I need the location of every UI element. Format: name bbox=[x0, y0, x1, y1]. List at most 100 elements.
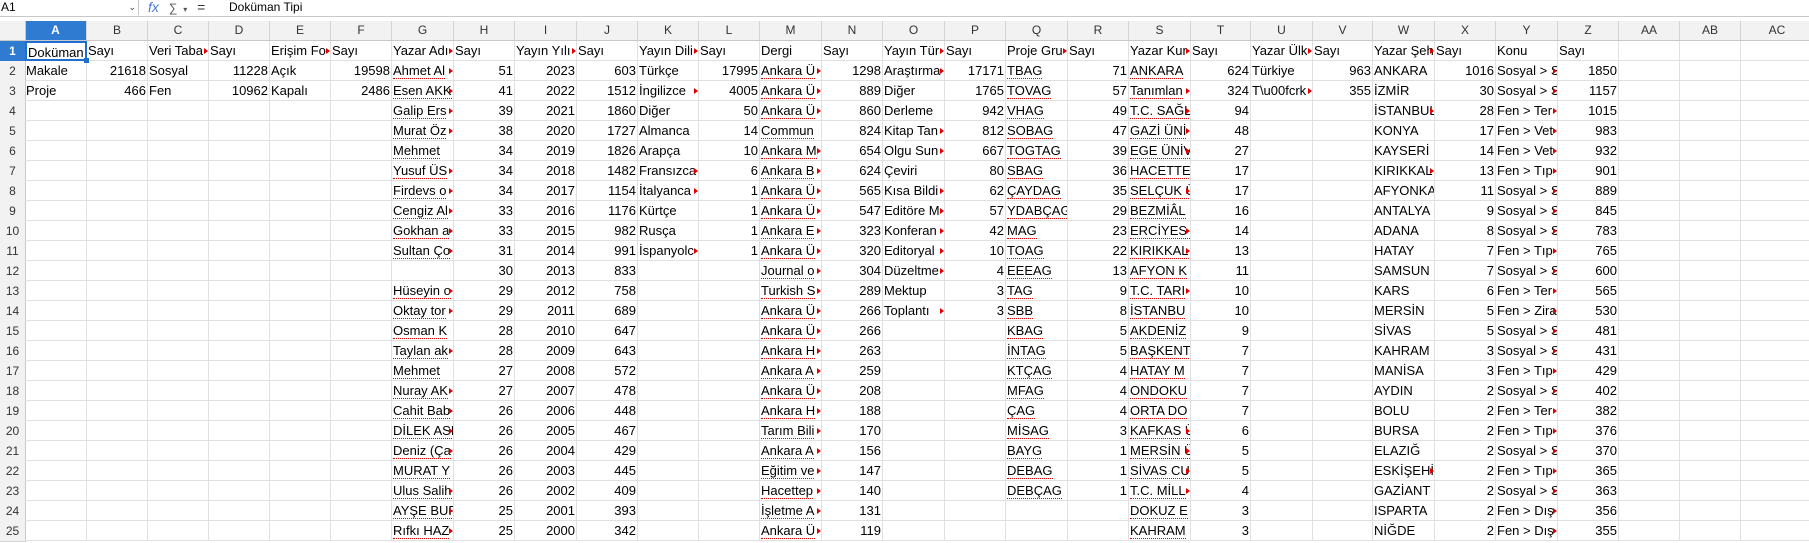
cell-f7[interactable] bbox=[331, 161, 392, 181]
cell-h20[interactable]: 26 bbox=[454, 421, 515, 441]
cell-r22[interactable]: 1 bbox=[1068, 461, 1129, 481]
cell-c8[interactable] bbox=[148, 181, 209, 201]
cell-z8[interactable]: 889 bbox=[1558, 181, 1619, 201]
cell-s24[interactable]: DOKUZ E bbox=[1129, 501, 1191, 521]
cell-f8[interactable] bbox=[331, 181, 392, 201]
cell-l7[interactable]: 6 bbox=[699, 161, 760, 181]
cell-u20[interactable] bbox=[1251, 421, 1313, 441]
cell-f1[interactable]: Sayı bbox=[331, 41, 392, 61]
cell-s13[interactable]: T.C. TARI bbox=[1129, 281, 1191, 301]
cell-d19[interactable] bbox=[209, 401, 270, 421]
cell-q14[interactable]: SBB bbox=[1006, 301, 1068, 321]
cell-t19[interactable]: 7 bbox=[1191, 401, 1251, 421]
cell-ac7[interactable] bbox=[1741, 161, 1809, 181]
column-header-n[interactable]: N bbox=[822, 21, 883, 40]
cell-aa6[interactable] bbox=[1619, 141, 1680, 161]
cell-c23[interactable] bbox=[148, 481, 209, 501]
cell-o15[interactable] bbox=[883, 321, 945, 341]
cell-u23[interactable] bbox=[1251, 481, 1313, 501]
cell-b14[interactable] bbox=[87, 301, 148, 321]
cell-p12[interactable]: 4 bbox=[945, 261, 1006, 281]
cell-ac11[interactable] bbox=[1741, 241, 1809, 261]
cell-u1[interactable]: Yazar Ülk bbox=[1251, 41, 1313, 61]
cell-y22[interactable]: Fen > Tıp bbox=[1496, 461, 1558, 481]
cell-k3[interactable]: İngilizce bbox=[638, 81, 699, 101]
column-header-b[interactable]: B bbox=[87, 21, 148, 40]
cell-z2[interactable]: 1850 bbox=[1558, 61, 1619, 81]
cell-i16[interactable]: 2009 bbox=[515, 341, 577, 361]
cell-b25[interactable] bbox=[87, 521, 148, 541]
cell-k22[interactable] bbox=[638, 461, 699, 481]
cell-s23[interactable]: T.C. MİLL bbox=[1129, 481, 1191, 501]
cell-h4[interactable]: 39 bbox=[454, 101, 515, 121]
cell-i7[interactable]: 2018 bbox=[515, 161, 577, 181]
cell-b13[interactable] bbox=[87, 281, 148, 301]
cell-ac10[interactable] bbox=[1741, 221, 1809, 241]
cell-z9[interactable]: 845 bbox=[1558, 201, 1619, 221]
cell-k12[interactable] bbox=[638, 261, 699, 281]
cell-ac14[interactable] bbox=[1741, 301, 1809, 321]
cell-c3[interactable]: Fen bbox=[148, 81, 209, 101]
cell-r10[interactable]: 23 bbox=[1068, 221, 1129, 241]
cell-f9[interactable] bbox=[331, 201, 392, 221]
cell-ab4[interactable] bbox=[1680, 101, 1741, 121]
cell-ab14[interactable] bbox=[1680, 301, 1741, 321]
cell-z18[interactable]: 402 bbox=[1558, 381, 1619, 401]
cell-ac5[interactable] bbox=[1741, 121, 1809, 141]
cell-u4[interactable] bbox=[1251, 101, 1313, 121]
cell-aa10[interactable] bbox=[1619, 221, 1680, 241]
row-header-21[interactable]: 21 bbox=[0, 441, 26, 462]
fx-icon[interactable]: fx bbox=[148, 0, 159, 15]
cell-w10[interactable]: ADANA bbox=[1373, 221, 1435, 241]
cell-q8[interactable]: ÇAYDAG bbox=[1006, 181, 1068, 201]
cell-b11[interactable] bbox=[87, 241, 148, 261]
cell-c6[interactable] bbox=[148, 141, 209, 161]
cell-j24[interactable]: 393 bbox=[577, 501, 638, 521]
row-header-17[interactable]: 17 bbox=[0, 361, 26, 382]
cell-h21[interactable]: 26 bbox=[454, 441, 515, 461]
cell-d22[interactable] bbox=[209, 461, 270, 481]
cell-s20[interactable]: KAFKAS Ü bbox=[1129, 421, 1191, 441]
cell-h7[interactable]: 34 bbox=[454, 161, 515, 181]
row-header-12[interactable]: 12 bbox=[0, 261, 26, 282]
cell-r15[interactable]: 5 bbox=[1068, 321, 1129, 341]
cell-f24[interactable] bbox=[331, 501, 392, 521]
cell-i3[interactable]: 2022 bbox=[515, 81, 577, 101]
cell-g19[interactable]: Cahit Bab bbox=[392, 401, 454, 421]
cell-u14[interactable] bbox=[1251, 301, 1313, 321]
cell-t2[interactable]: 624 bbox=[1191, 61, 1251, 81]
cell-n3[interactable]: 889 bbox=[822, 81, 883, 101]
cell-a14[interactable] bbox=[25, 301, 87, 321]
cell-t12[interactable]: 11 bbox=[1191, 261, 1251, 281]
cell-q23[interactable]: DEBÇAG bbox=[1006, 481, 1068, 501]
column-header-o[interactable]: O bbox=[883, 21, 945, 40]
cell-i23[interactable]: 2002 bbox=[515, 481, 577, 501]
cell-b9[interactable] bbox=[87, 201, 148, 221]
cell-t5[interactable]: 48 bbox=[1191, 121, 1251, 141]
cell-l22[interactable] bbox=[699, 461, 760, 481]
cell-h25[interactable]: 25 bbox=[454, 521, 515, 541]
row-header-22[interactable]: 22 bbox=[0, 461, 26, 482]
cell-r6[interactable]: 39 bbox=[1068, 141, 1129, 161]
cell-d11[interactable] bbox=[209, 241, 270, 261]
column-header-h[interactable]: H bbox=[454, 21, 515, 40]
cell-x7[interactable]: 13 bbox=[1435, 161, 1496, 181]
cell-ab18[interactable] bbox=[1680, 381, 1741, 401]
cell-t11[interactable]: 13 bbox=[1191, 241, 1251, 261]
cell-g5[interactable]: Murat Öz bbox=[392, 121, 454, 141]
equals-icon[interactable]: = bbox=[197, 0, 205, 15]
cell-l23[interactable] bbox=[699, 481, 760, 501]
cell-aa9[interactable] bbox=[1619, 201, 1680, 221]
cell-q7[interactable]: SBAG bbox=[1006, 161, 1068, 181]
cell-e9[interactable] bbox=[270, 201, 331, 221]
select-all-corner[interactable] bbox=[0, 21, 26, 41]
cell-p2[interactable]: 17171 bbox=[945, 61, 1006, 81]
column-header-z[interactable]: Z bbox=[1558, 21, 1619, 40]
cell-t23[interactable]: 4 bbox=[1191, 481, 1251, 501]
cell-e13[interactable] bbox=[270, 281, 331, 301]
cell-z25[interactable]: 355 bbox=[1558, 521, 1619, 541]
cell-j6[interactable]: 1826 bbox=[577, 141, 638, 161]
cell-f14[interactable] bbox=[331, 301, 392, 321]
cell-h15[interactable]: 28 bbox=[454, 321, 515, 341]
cell-ac21[interactable] bbox=[1741, 441, 1809, 461]
